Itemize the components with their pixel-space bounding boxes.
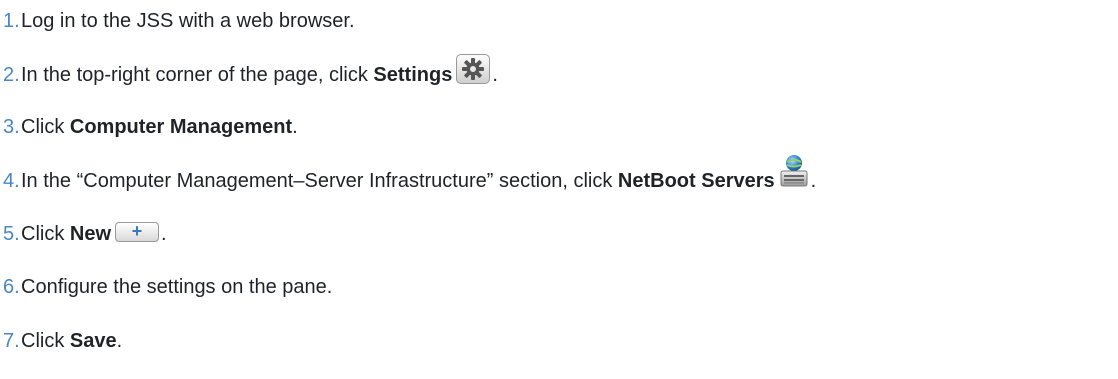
save-label: Save xyxy=(69,329,117,352)
step-number: 1. xyxy=(3,9,20,32)
netboot-server-icon xyxy=(779,154,809,188)
step-text-suffix: . xyxy=(810,169,817,192)
plus-icon: + xyxy=(115,222,160,242)
step-5: 5. Click New + . xyxy=(0,214,167,254)
step-text: Configure the settings on the pane. xyxy=(21,275,333,298)
step-text-prefix: Click xyxy=(21,222,70,245)
gear-icon xyxy=(456,54,491,84)
step-3: 3. Click Computer Management . xyxy=(0,107,298,147)
step-number: 3. xyxy=(3,115,20,138)
settings-label: Settings xyxy=(373,63,453,86)
step-text-suffix: . xyxy=(116,329,123,352)
netboot-servers-label: NetBoot Servers xyxy=(617,169,775,192)
new-label: New xyxy=(69,222,112,245)
step-text-suffix: . xyxy=(292,115,298,138)
step-number: 5. xyxy=(3,222,20,245)
step-1: 1. Log in to the JSS with a web browser. xyxy=(0,1,355,41)
step-text-prefix: Click xyxy=(21,115,70,138)
step-6: 6. Configure the settings on the pane. xyxy=(0,267,332,307)
step-number: 7. xyxy=(3,329,20,352)
step-text-suffix: . xyxy=(161,222,167,245)
computer-management-label: Computer Management xyxy=(69,115,293,138)
step-number: 4. xyxy=(3,169,20,192)
step-text-suffix: . xyxy=(492,63,498,86)
step-number: 2. xyxy=(3,63,20,86)
step-text-prefix: In the top-right corner of the page, cli… xyxy=(21,63,374,86)
step-number: 6. xyxy=(3,275,20,298)
step-2: 2. In the top-right corner of the page, … xyxy=(0,54,498,95)
step-text-prefix: Click xyxy=(21,329,70,352)
step-text: Log in to the JSS with a web browser. xyxy=(21,9,355,32)
step-text-prefix: In the “Computer Management–Server Infra… xyxy=(21,169,618,192)
step-4: 4. In the “Computer Management–Server In… xyxy=(0,155,817,201)
step-7: 7. Click Save . xyxy=(0,321,122,361)
